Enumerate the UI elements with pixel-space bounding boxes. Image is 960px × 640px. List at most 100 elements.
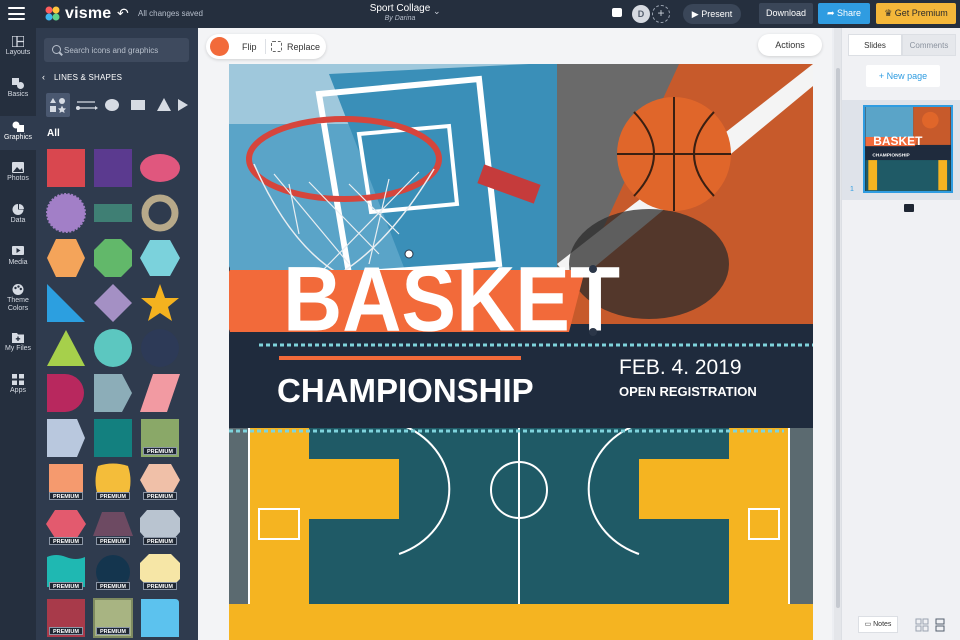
slide-list-item[interactable]: BASKET CHAMPIONSHIP 1 — [842, 100, 960, 200]
nav-item-layouts[interactable]: Layouts — [0, 36, 36, 64]
shape-teal-rectangle[interactable] — [92, 193, 134, 233]
search-input[interactable] — [64, 41, 184, 59]
shape-yellow-star[interactable] — [139, 283, 181, 323]
shape-peach-hexagon-premium[interactable]: PREMIUM — [139, 463, 181, 503]
thumb-headline: BASKET — [873, 134, 923, 148]
nav-item-my-files[interactable]: My Files — [0, 332, 36, 362]
nav-item-data[interactable]: Data — [0, 204, 36, 232]
shape-magenta-d[interactable] — [45, 373, 87, 413]
category-rectangles[interactable] — [126, 93, 150, 117]
apps-icon — [12, 374, 24, 385]
add-collaborator-button[interactable]: + — [652, 5, 670, 23]
shape-sage-square-premium[interactable]: PREMIUM — [92, 598, 134, 638]
slide-options-icon[interactable] — [904, 204, 914, 212]
document-title[interactable]: Sport Collage — [360, 3, 440, 14]
shape-lilac-diamond[interactable] — [92, 283, 134, 323]
nav-item-media[interactable]: Media — [0, 246, 36, 274]
shape-lightblue-pentagon[interactable] — [45, 418, 87, 458]
nav-item-photos[interactable]: Photos — [0, 162, 36, 190]
shape-teal-circle[interactable] — [92, 328, 134, 368]
date-text[interactable]: FEB. 4. 2019 — [619, 356, 742, 379]
list-view-icon[interactable] — [932, 616, 948, 633]
square-shape-icon — [94, 419, 132, 457]
shape-rose-hexagon-premium[interactable]: PREMIUM — [45, 508, 87, 548]
headline-text[interactable]: BASKET — [283, 248, 620, 350]
triangle-shape-icon — [47, 284, 85, 322]
undo-icon[interactable]: ↶ — [117, 5, 129, 22]
shape-pink-parallelogram[interactable] — [139, 373, 181, 413]
hexagon-shape-icon — [140, 240, 180, 276]
shape-sky-tab[interactable] — [139, 598, 181, 638]
shape-olive-square-premium[interactable]: PREMIUM — [139, 418, 181, 458]
hamburger-menu-icon[interactable] — [8, 7, 25, 20]
shape-blue-triangle[interactable] — [45, 283, 87, 323]
slide-thumbnail[interactable]: BASKET CHAMPIONSHIP — [863, 105, 953, 193]
get-premium-button[interactable]: ♛ Get Premium — [876, 3, 956, 24]
shape-cyan-hexagon[interactable] — [139, 238, 181, 278]
toolbar-divider — [265, 39, 266, 54]
present-button[interactable]: ▶ Present — [683, 4, 741, 24]
comment-icon[interactable] — [612, 8, 622, 17]
shape-orange-pentagon[interactable] — [45, 238, 87, 278]
nav-label-apps: Apps — [10, 387, 26, 394]
shape-plum-trapezoid-premium[interactable]: PREMIUM — [92, 508, 134, 548]
d-shape-icon — [47, 374, 84, 412]
replace-button[interactable]: Replace — [287, 42, 320, 52]
grid-view-icon[interactable] — [914, 616, 930, 633]
shape-salmon-banner-premium[interactable]: PREMIUM — [45, 463, 87, 503]
shape-navy-circle[interactable] — [139, 328, 181, 368]
shape-cream-octagon-premium[interactable]: PREMIUM — [139, 553, 181, 593]
shape-teal-wave-premium[interactable]: PREMIUM — [45, 553, 87, 593]
fill-color-swatch[interactable] — [210, 37, 229, 56]
shape-slate-chevron[interactable] — [92, 373, 134, 413]
download-button[interactable]: Download — [759, 3, 813, 24]
artboard[interactable]: BASKET CHAMPIONSHIP FEB. 4. 2019 OPEN RE… — [229, 64, 813, 640]
ring-shape-icon — [141, 194, 179, 232]
share-label: Share — [837, 8, 862, 18]
category-circles[interactable] — [100, 93, 124, 117]
back-chevron-icon[interactable]: ‹ — [42, 72, 45, 82]
shape-teal-square[interactable] — [92, 418, 134, 458]
shape-navy-round-premium[interactable]: PREMIUM — [92, 553, 134, 593]
shape-red-square[interactable] — [45, 148, 87, 188]
nav-item-graphics[interactable]: Graphics — [0, 116, 36, 150]
shape-purple-square[interactable] — [92, 148, 134, 188]
chevron-down-icon[interactable]: ⌄ — [433, 6, 441, 17]
replace-icon[interactable] — [271, 41, 282, 52]
flip-button[interactable]: Flip — [242, 42, 257, 52]
diamond-shape-icon — [94, 284, 132, 322]
shape-pink-ellipse[interactable] — [139, 148, 181, 188]
premium-badge: PREMIUM — [96, 537, 130, 545]
sport-collage-design: BASKET CHAMPIONSHIP FEB. 4. 2019 OPEN RE… — [229, 64, 813, 640]
shape-yellow-blob-premium[interactable]: PREMIUM — [92, 463, 134, 503]
visme-logo[interactable]: visme — [44, 4, 111, 24]
category-next[interactable] — [176, 93, 190, 117]
scrollbar-thumb[interactable] — [836, 68, 840, 608]
category-triangles[interactable] — [152, 93, 176, 117]
shape-green-octagon[interactable] — [92, 238, 134, 278]
shape-lime-triangle[interactable] — [45, 328, 87, 368]
photos-icon — [12, 162, 24, 173]
tab-comments[interactable]: Comments — [902, 34, 956, 56]
nav-item-theme-colors[interactable]: Theme Colors — [0, 284, 36, 324]
actions-button[interactable]: Actions — [758, 34, 822, 56]
category-shapes[interactable] — [46, 93, 70, 117]
shape-maroon-square-premium[interactable]: PREMIUM — [45, 598, 87, 638]
shape-lavender-seal[interactable] — [45, 193, 87, 233]
premium-badge: PREMIUM — [96, 627, 130, 635]
share-button[interactable]: ➦ Share — [818, 3, 870, 24]
premium-badge: PREMIUM — [143, 492, 177, 500]
notes-button[interactable]: ▭ Notes — [858, 616, 898, 633]
nav-item-basics[interactable]: Basics — [0, 78, 36, 108]
nav-item-apps[interactable]: Apps — [0, 374, 36, 402]
user-avatar[interactable]: D — [632, 5, 650, 23]
new-page-button[interactable]: + New page — [866, 65, 940, 87]
premium-badge: PREMIUM — [143, 537, 177, 545]
nav-label-photos: Photos — [7, 175, 29, 182]
shape-gray-octagon-premium[interactable]: PREMIUM — [139, 508, 181, 548]
shape-tan-ring[interactable] — [139, 193, 181, 233]
subhead-text[interactable]: CHAMPIONSHIP — [277, 372, 534, 409]
registration-text[interactable]: OPEN REGISTRATION — [619, 384, 757, 399]
tab-slides[interactable]: Slides — [848, 34, 902, 56]
category-lines[interactable] — [74, 93, 98, 117]
